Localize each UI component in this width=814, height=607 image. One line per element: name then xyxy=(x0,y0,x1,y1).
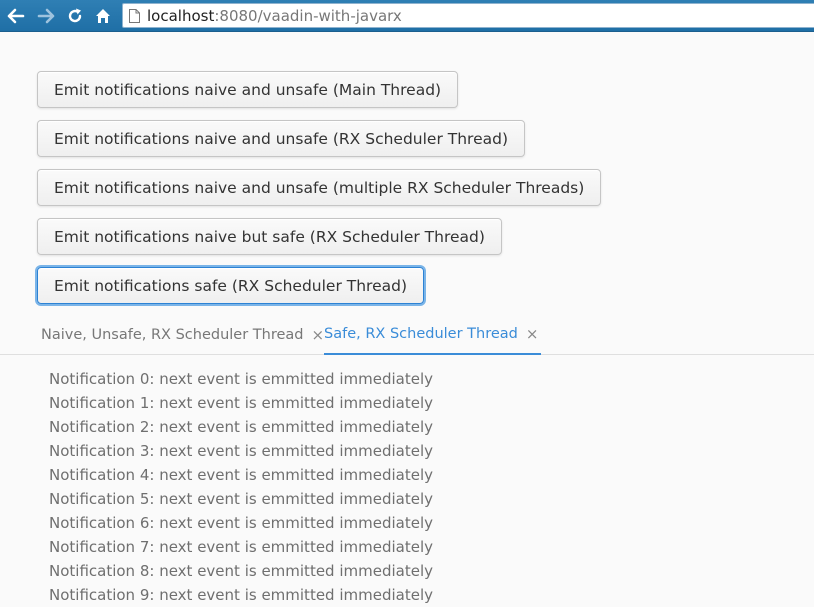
list-item: Notification 4: next event is emmitted i… xyxy=(49,466,433,484)
tab-bar: Naive, Unsafe, RX Scheduler Thread × Saf… xyxy=(0,315,814,355)
close-icon[interactable]: × xyxy=(526,325,539,343)
list-item: Notification 6: next event is emmitted i… xyxy=(49,514,433,532)
tab-label: Naive, Unsafe, RX Scheduler Thread xyxy=(41,327,304,343)
tab-naive-unsafe-rx[interactable]: Naive, Unsafe, RX Scheduler Thread × xyxy=(41,315,324,355)
emit-safe-rx-button[interactable]: Emit notifications safe (RX Scheduler Th… xyxy=(37,267,424,304)
list-item: Notification 0: next event is emmitted i… xyxy=(49,370,433,388)
back-arrow-icon[interactable] xyxy=(6,6,26,26)
tab-label: Safe, RX Scheduler Thread xyxy=(324,326,518,342)
list-item: Notification 3: next event is emmitted i… xyxy=(49,442,433,460)
page-content: Emit notifications naive and unsafe (Mai… xyxy=(0,33,814,604)
notification-list: Notification 0: next event is emmitted i… xyxy=(49,367,433,607)
browser-toolbar: localhost:8080/vaadin-with-javarx xyxy=(0,0,814,32)
emit-naive-unsafe-main-button[interactable]: Emit notifications naive and unsafe (Mai… xyxy=(37,71,459,108)
list-item: Notification 9: next event is emmitted i… xyxy=(49,586,433,604)
home-icon[interactable] xyxy=(93,6,113,26)
address-bar[interactable]: localhost:8080/vaadin-with-javarx xyxy=(122,3,814,28)
tab-safe-rx[interactable]: Safe, RX Scheduler Thread × xyxy=(324,315,542,355)
forward-arrow-icon[interactable] xyxy=(36,6,56,26)
list-item: Notification 1: next event is emmitted i… xyxy=(49,394,433,412)
url-path: :8080/vaadin-with-javarx xyxy=(214,6,402,25)
list-item: Notification 2: next event is emmitted i… xyxy=(49,418,433,436)
close-icon[interactable]: × xyxy=(312,326,325,344)
list-item: Notification 5: next event is emmitted i… xyxy=(49,490,433,508)
emit-naive-safe-rx-button[interactable]: Emit notifications naive but safe (RX Sc… xyxy=(37,218,502,255)
list-item: Notification 8: next event is emmitted i… xyxy=(49,562,433,580)
url-host: localhost xyxy=(147,6,215,25)
reload-icon[interactable] xyxy=(65,6,85,26)
list-item: Notification 7: next event is emmitted i… xyxy=(49,538,433,556)
emit-naive-unsafe-multiple-rx-button[interactable]: Emit notifications naive and unsafe (mul… xyxy=(37,169,602,206)
page-icon xyxy=(129,8,140,23)
emit-naive-unsafe-rx-button[interactable]: Emit notifications naive and unsafe (RX … xyxy=(37,120,525,157)
